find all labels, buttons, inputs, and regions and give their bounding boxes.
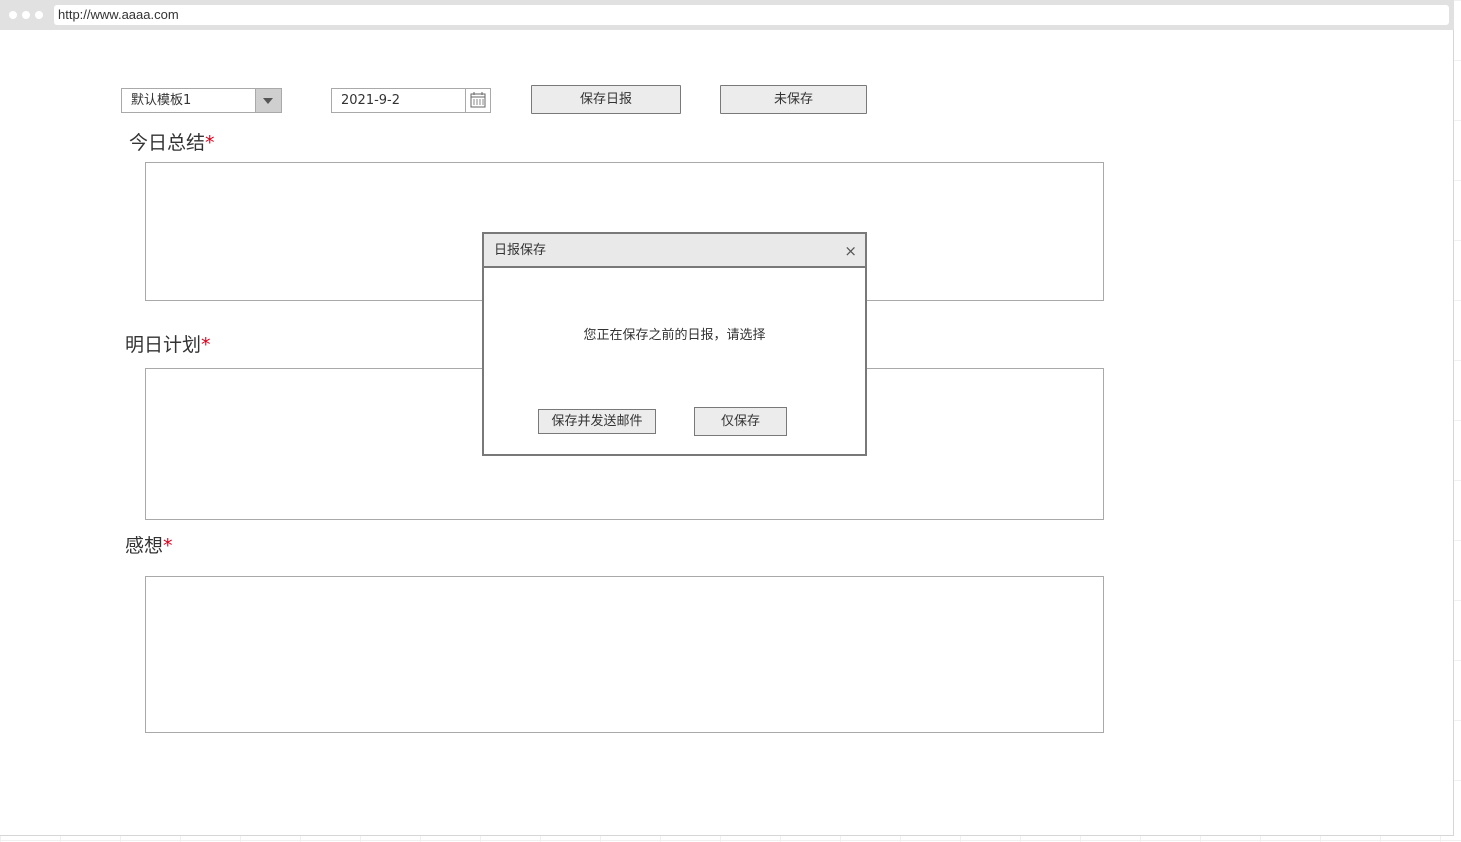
thoughts-label: 感想*: [125, 534, 173, 558]
dialog-message: 您正在保存之前的日报，请选择: [583, 328, 766, 343]
window-dot-icon: [9, 11, 17, 19]
save-and-send-email-button[interactable]: 保存并发送邮件: [538, 409, 656, 434]
today-summary-label-text: 今日总结: [129, 132, 206, 154]
save-report-button[interactable]: 保存日报: [531, 85, 681, 114]
today-summary-label: 今日总结*: [129, 131, 215, 155]
chevron-down-icon[interactable]: [255, 89, 281, 112]
save-only-button[interactable]: 仅保存: [694, 407, 787, 436]
template-select[interactable]: 默认模板1: [121, 88, 282, 113]
tomorrow-plan-label-text: 明日计划: [125, 334, 202, 356]
template-select-value: 默认模板1: [131, 93, 192, 108]
thoughts-label-text: 感想: [125, 535, 164, 557]
save-report-dialog: 日报保存 × 您正在保存之前的日报，请选择 保存并发送邮件 仅保存: [482, 232, 867, 456]
dialog-title: 日报保存: [494, 243, 547, 258]
close-icon[interactable]: ×: [844, 234, 857, 268]
browser-window: http://www.aaaa.com 默认模板1 2021-9-2 保存日报 …: [0, 0, 1454, 836]
unsaved-button[interactable]: 未保存: [720, 85, 867, 114]
browser-toolbar: http://www.aaaa.com: [0, 0, 1454, 30]
address-bar[interactable]: http://www.aaaa.com: [54, 5, 1449, 25]
required-mark: *: [163, 535, 173, 557]
calendar-icon[interactable]: [465, 89, 490, 112]
date-picker[interactable]: 2021-9-2: [331, 88, 491, 113]
required-mark: *: [201, 334, 211, 356]
dialog-header: 日报保存 ×: [484, 234, 865, 268]
tomorrow-plan-label: 明日计划*: [125, 333, 211, 357]
date-value: 2021-9-2: [341, 93, 401, 108]
window-dot-icon: [22, 11, 30, 19]
thoughts-textarea[interactable]: [145, 576, 1104, 733]
window-dot-icon: [35, 11, 43, 19]
required-mark: *: [205, 132, 215, 154]
